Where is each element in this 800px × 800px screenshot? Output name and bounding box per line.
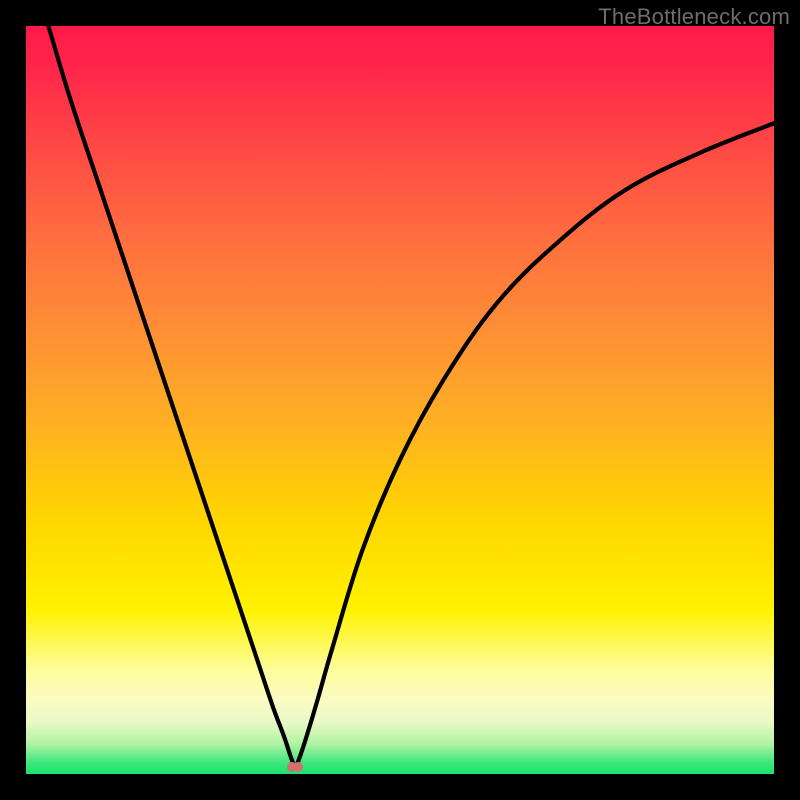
marker-dot [293, 762, 303, 772]
chart-frame: TheBottleneck.com [0, 0, 800, 800]
plot-area [26, 26, 774, 774]
curve-svg [26, 26, 774, 774]
optimal-point-marker [287, 761, 303, 773]
bottleneck-curve-path [48, 26, 774, 767]
